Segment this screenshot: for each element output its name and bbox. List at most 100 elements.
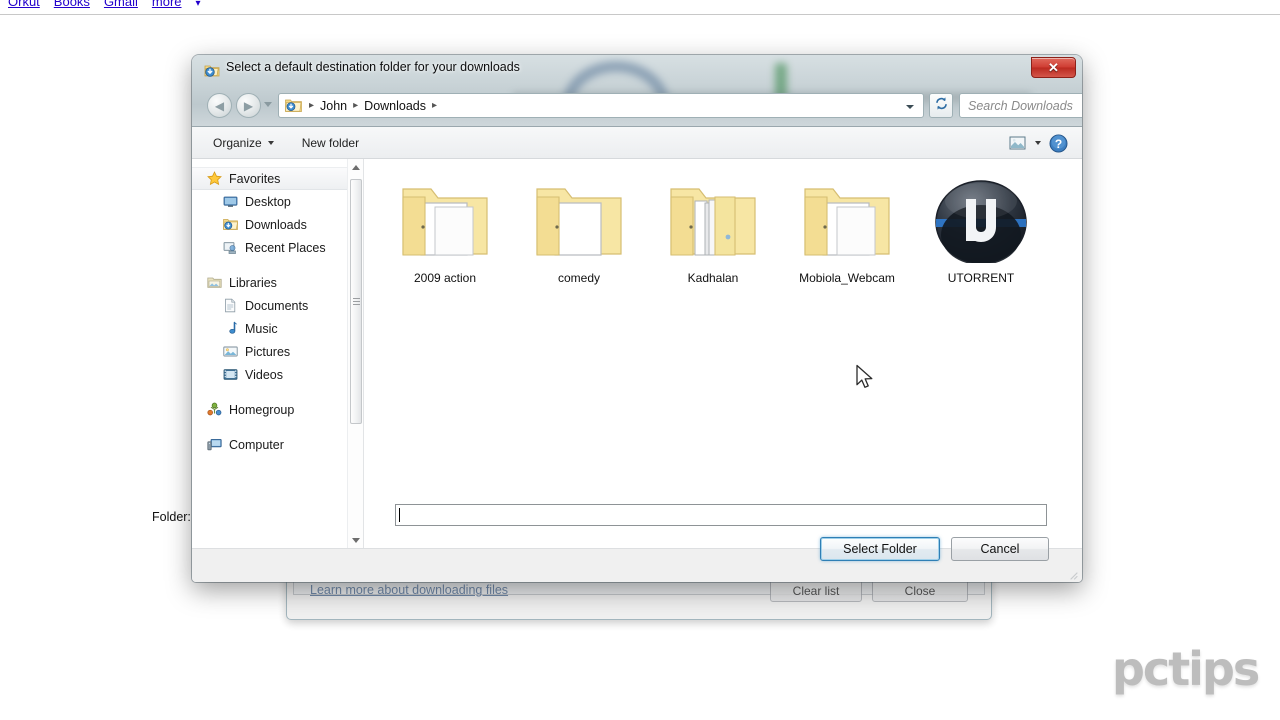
link-more[interactable]: more — [152, 0, 182, 9]
music-note-icon — [222, 321, 238, 337]
clear-list-button[interactable]: Clear list — [770, 579, 862, 602]
download-folder-icon — [204, 62, 220, 78]
sidebar-scrollbar[interactable] — [347, 159, 363, 548]
resize-grip-icon[interactable] — [1066, 567, 1078, 580]
scrollbar-thumb[interactable] — [350, 179, 362, 424]
scroll-up-icon — [352, 164, 360, 170]
sidebar-item-desktop[interactable]: Desktop — [192, 190, 363, 213]
sidebar-item-libraries[interactable]: Libraries — [192, 271, 363, 294]
pctips-watermark: pctips — [1112, 642, 1260, 696]
select-folder-dialog: Select a default destination folder for … — [192, 55, 1082, 582]
sidebar-label-documents: Documents — [245, 298, 309, 313]
screen: Orkut Books Gmail more ▾ Learn more about do… — [0, 0, 1280, 720]
navigation-sidebar: Favorites Desktop Downloads Recent Place… — [192, 159, 364, 548]
folder-label: Folder: — [152, 510, 191, 524]
sidebar-gap-1 — [192, 259, 363, 271]
cancel-button[interactable]: Cancel — [951, 537, 1049, 561]
link-books[interactable]: Books — [54, 0, 90, 9]
navigation-list: Favorites Desktop Downloads Recent Place… — [192, 159, 363, 456]
scrollbar-grip-icon — [352, 296, 360, 307]
list-item[interactable]: 2009 action — [378, 173, 512, 286]
downloads-folder-icon — [285, 98, 302, 113]
sidebar-gap-2 — [192, 386, 363, 398]
view-chevron-down-icon[interactable] — [1035, 141, 1041, 145]
refresh-button[interactable] — [929, 93, 953, 118]
view-layout-icon[interactable] — [1009, 135, 1027, 151]
dialog-toolbar: Organize New folder ? — [192, 127, 1082, 159]
dialog-title: Select a default destination folder for … — [226, 60, 520, 74]
folder-open-icon — [397, 177, 493, 263]
dialog-titlebar[interactable]: Select a default destination folder for … — [192, 55, 1082, 84]
sidebar-label-music: Music — [245, 321, 278, 336]
list-item[interactable]: UTORRENT — [914, 173, 1048, 286]
scroll-up-button[interactable] — [348, 159, 363, 175]
picture-icon — [222, 344, 238, 360]
text-caret — [399, 508, 400, 522]
sidebar-item-computer[interactable]: Computer — [192, 433, 363, 456]
more-caret-icon: ▾ — [195, 0, 201, 9]
close-downloads-button[interactable]: Close — [872, 579, 968, 602]
organize-menu-button[interactable]: Organize — [204, 132, 283, 154]
address-bar[interactable]: ▸ John ▸ Downloads ▸ — [278, 93, 924, 118]
sidebar-item-favorites[interactable]: Favorites — [192, 167, 363, 190]
list-item[interactable]: comedy — [512, 173, 646, 286]
sidebar-gap-3 — [192, 421, 363, 433]
svg-text:?: ? — [1055, 137, 1062, 151]
sidebar-label-favorites: Favorites — [229, 171, 281, 186]
close-icon: ✕ — [1048, 60, 1059, 75]
breadcrumb-downloads[interactable]: Downloads — [361, 99, 429, 113]
utorrent-icon — [934, 177, 1028, 263]
computer-icon — [206, 437, 222, 453]
address-dropdown-icon[interactable] — [906, 105, 914, 109]
list-item[interactable]: Kadhalan — [646, 173, 780, 286]
document-icon — [222, 298, 238, 314]
toolbar-right-group: ? — [1009, 127, 1068, 159]
back-arrow-icon: ◀ — [214, 98, 225, 113]
video-icon — [222, 367, 238, 383]
sidebar-item-videos[interactable]: Videos — [192, 363, 363, 386]
file-name: Kadhalan — [687, 271, 739, 285]
new-folder-button[interactable]: New folder — [293, 132, 368, 154]
chevron-down-icon — [267, 140, 274, 145]
sidebar-item-documents[interactable]: Documents — [192, 294, 363, 317]
sidebar-label-videos: Videos — [245, 367, 283, 382]
recent-places-icon — [222, 240, 238, 256]
breadcrumb-sep-0: ▸ — [309, 100, 315, 111]
desktop-icon — [222, 194, 238, 210]
sidebar-item-homegroup[interactable]: Homegroup — [192, 398, 363, 421]
back-button[interactable]: ◀ — [207, 93, 232, 118]
folder-open-icon — [799, 177, 895, 263]
file-items: 2009 action comedy Kadhalan Mobiola_Webc… — [378, 173, 1082, 286]
help-button[interactable]: ? — [1049, 134, 1068, 153]
sidebar-label-computer: Computer — [229, 437, 284, 452]
dialog-navigation-bar: ◀ ▶ ▸ John ▸ Downloads ▸ Search Download… — [192, 87, 1082, 125]
file-name: Mobiola_Webcam — [799, 271, 895, 285]
folder-input[interactable] — [395, 504, 1047, 526]
sidebar-label-downloads: Downloads — [245, 217, 307, 232]
file-name: UTORRENT — [947, 271, 1015, 285]
sidebar-item-downloads[interactable]: Downloads — [192, 213, 363, 236]
browser-top-links: Orkut Books Gmail more ▾ — [8, 0, 201, 9]
dialog-footer-strip — [192, 548, 1082, 582]
link-orkut[interactable]: Orkut — [8, 0, 40, 9]
sidebar-item-recent-places[interactable]: Recent Places — [192, 236, 363, 259]
history-dropdown-icon[interactable] — [264, 102, 272, 107]
refresh-icon — [934, 96, 949, 116]
list-item[interactable]: Mobiola_Webcam — [780, 173, 914, 286]
breadcrumb-john[interactable]: John — [317, 99, 350, 113]
search-input[interactable]: Search Downloads — [959, 93, 1082, 118]
close-button[interactable]: ✕ — [1031, 57, 1076, 78]
libraries-icon — [206, 275, 222, 291]
sidebar-label-recent-places: Recent Places — [245, 240, 326, 255]
file-name: comedy — [557, 271, 601, 285]
learn-more-link[interactable]: Learn more about downloading files — [310, 583, 508, 597]
select-folder-button[interactable]: Select Folder — [820, 537, 940, 561]
downloads-folder-icon — [222, 217, 238, 233]
sidebar-item-pictures[interactable]: Pictures — [192, 340, 363, 363]
link-gmail[interactable]: Gmail — [104, 0, 138, 9]
sidebar-item-music[interactable]: Music — [192, 317, 363, 340]
forward-button[interactable]: ▶ — [236, 93, 261, 118]
scroll-down-button[interactable] — [348, 532, 363, 548]
browser-divider — [0, 14, 1280, 15]
file-list-area[interactable]: 2009 action comedy Kadhalan Mobiola_Webc… — [364, 159, 1082, 548]
